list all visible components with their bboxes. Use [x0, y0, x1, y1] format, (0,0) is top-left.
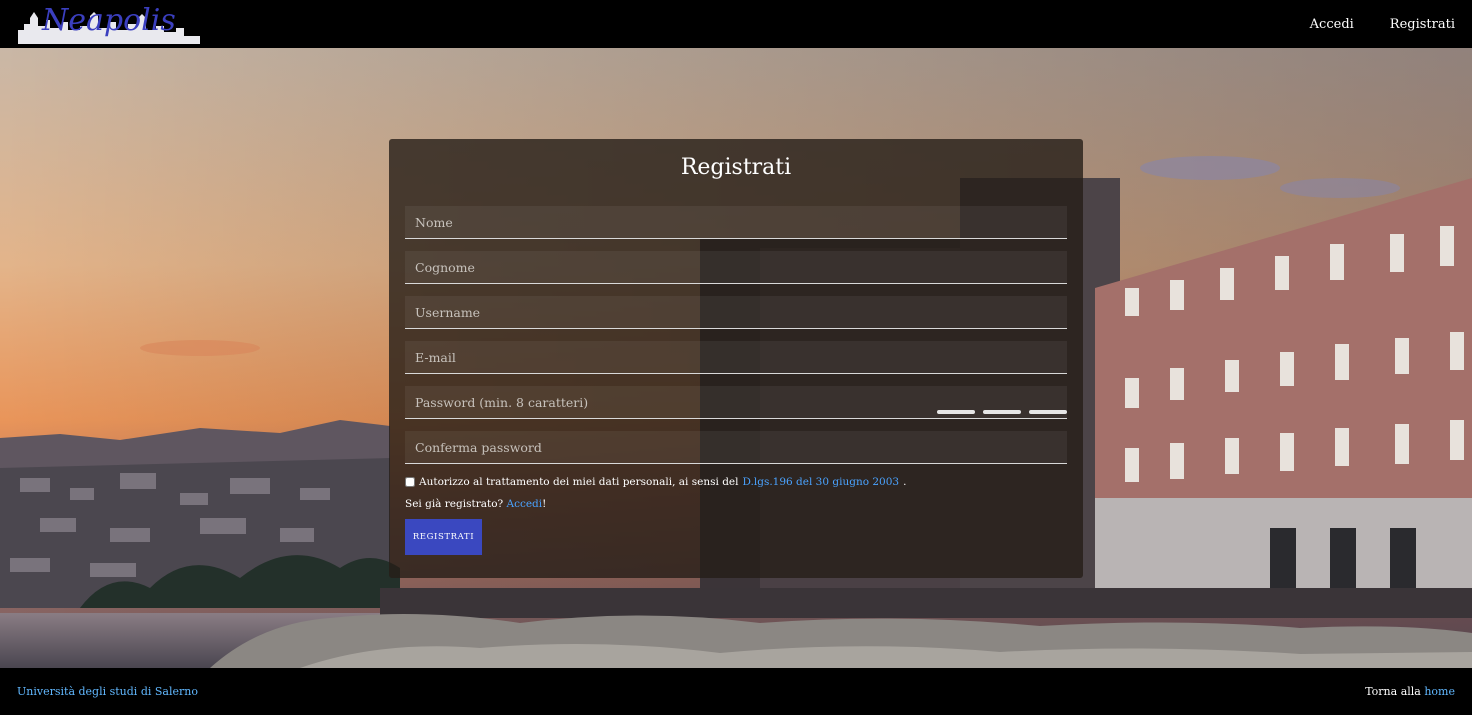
- confirm-password-field-wrapper: [405, 431, 1067, 464]
- name-field-wrapper: [405, 206, 1067, 239]
- skyline-logo-icon: Neapolis: [4, 3, 200, 44]
- main-nav: Accedi Registrati: [1310, 0, 1455, 48]
- already-registered: Sei già registrato? Accedi!: [405, 498, 546, 510]
- surname-field-wrapper: [405, 251, 1067, 284]
- back-home: Torna alla home: [1365, 685, 1455, 698]
- svg-text:Neapolis: Neapolis: [41, 3, 176, 38]
- form-title: Registrati: [680, 155, 792, 180]
- site-logo[interactable]: Neapolis: [4, 0, 200, 46]
- email-field-wrapper: [405, 341, 1067, 374]
- surname-input[interactable]: [405, 251, 1067, 283]
- confirm-password-input[interactable]: [405, 431, 1067, 463]
- footer: Università degli studi di Salerno Torna …: [0, 668, 1472, 715]
- already-text: Sei già registrato?: [405, 498, 504, 510]
- privacy-checkbox[interactable]: [405, 477, 415, 487]
- password-field-wrapper: [405, 386, 1067, 419]
- username-input[interactable]: [405, 296, 1067, 328]
- strength-bar-1: [937, 410, 975, 414]
- register-button[interactable]: REGISTRATI: [405, 519, 482, 555]
- privacy-consent: Autorizzo al trattamento dei miei dati p…: [405, 476, 906, 488]
- consent-text: Autorizzo al trattamento dei miei dati p…: [419, 476, 739, 488]
- login-link[interactable]: Accedi: [507, 498, 543, 510]
- top-navbar: Neapolis Accedi Registrati: [0, 0, 1472, 48]
- already-end: !: [542, 498, 547, 510]
- privacy-law-link[interactable]: D.lgs.196 del 30 giugno 2003: [742, 476, 899, 488]
- username-field-wrapper: [405, 296, 1067, 329]
- strength-bar-2: [983, 410, 1021, 414]
- name-input[interactable]: [405, 206, 1067, 238]
- password-strength-meter: [937, 410, 1067, 414]
- strength-bar-3: [1029, 410, 1067, 414]
- nav-login-link[interactable]: Accedi: [1310, 17, 1354, 32]
- university-link[interactable]: Università degli studi di Salerno: [17, 685, 198, 698]
- email-input[interactable]: [405, 341, 1067, 373]
- consent-end: .: [903, 476, 907, 488]
- nav-register-link[interactable]: Registrati: [1390, 17, 1455, 32]
- back-text: Torna alla: [1365, 685, 1421, 698]
- home-link[interactable]: home: [1424, 685, 1455, 698]
